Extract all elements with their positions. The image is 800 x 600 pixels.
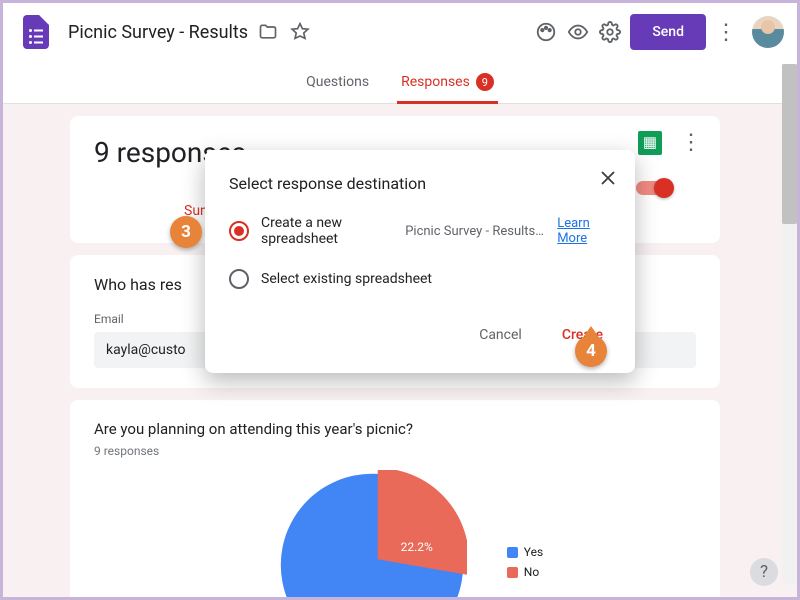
modal-title: Select response destination xyxy=(229,174,611,193)
create-spreadsheet-icon[interactable]: ▦ xyxy=(638,131,662,155)
response-destination-modal: Select response destination Create a new… xyxy=(205,150,635,373)
radio-label-existing: Select existing spreadsheet xyxy=(261,271,432,287)
chart-legend: Yes No xyxy=(507,545,543,585)
radio-icon-unselected xyxy=(229,269,249,289)
main-tabs: Questions Responses 9 xyxy=(0,64,800,104)
step-callout-4: 4 xyxy=(575,335,607,367)
account-avatar[interactable] xyxy=(752,16,784,48)
pie-chart: 22.2% 77.8% xyxy=(277,470,467,600)
legend-label-no: No xyxy=(524,565,539,579)
legend-swatch-no xyxy=(507,567,518,578)
tab-responses[interactable]: Responses 9 xyxy=(397,63,498,104)
settings-icon[interactable] xyxy=(598,20,622,44)
modal-close-button[interactable] xyxy=(599,168,617,193)
app-header: Picnic Survey - Results Send ⋮ xyxy=(0,0,800,64)
chart-card: Are you planning on attending this year'… xyxy=(70,400,720,600)
legend-item-no: No xyxy=(507,565,543,579)
palette-icon[interactable] xyxy=(534,20,558,44)
chart-question: Are you planning on attending this year'… xyxy=(94,420,696,438)
radio-icon-selected xyxy=(229,221,249,241)
star-icon[interactable] xyxy=(288,20,312,44)
radio-option-existing[interactable]: Select existing spreadsheet xyxy=(229,269,611,289)
pie-label-no: 22.2% xyxy=(401,540,433,554)
responses-more-icon[interactable]: ⋮ xyxy=(680,130,702,155)
folder-icon[interactable] xyxy=(256,20,280,44)
responses-count-badge: 9 xyxy=(476,73,494,91)
new-sheet-name: Picnic Survey - Results (Resp… xyxy=(405,224,545,239)
forms-logo[interactable] xyxy=(16,12,56,52)
radio-option-new[interactable]: Create a new spreadsheet Picnic Survey -… xyxy=(229,215,611,247)
legend-item-yes: Yes xyxy=(507,545,543,559)
step-callout-3: 3 xyxy=(170,216,202,248)
legend-swatch-yes xyxy=(507,547,518,558)
tab-questions[interactable]: Questions xyxy=(302,64,373,103)
tab-responses-label: Responses xyxy=(401,74,470,90)
close-icon xyxy=(599,169,617,187)
more-vert-icon[interactable]: ⋮ xyxy=(714,20,738,44)
document-title[interactable]: Picnic Survey - Results xyxy=(68,22,248,43)
send-button[interactable]: Send xyxy=(630,14,706,50)
radio-label-new: Create a new spreadsheet xyxy=(261,215,393,247)
legend-label-yes: Yes xyxy=(524,545,543,559)
chart-response-count: 9 responses xyxy=(94,444,696,458)
help-button[interactable]: ? xyxy=(750,558,778,586)
accepting-responses-toggle[interactable] xyxy=(636,181,672,195)
modal-cancel-button[interactable]: Cancel xyxy=(471,321,530,349)
learn-more-link[interactable]: Learn More xyxy=(557,216,611,246)
preview-icon[interactable] xyxy=(566,20,590,44)
